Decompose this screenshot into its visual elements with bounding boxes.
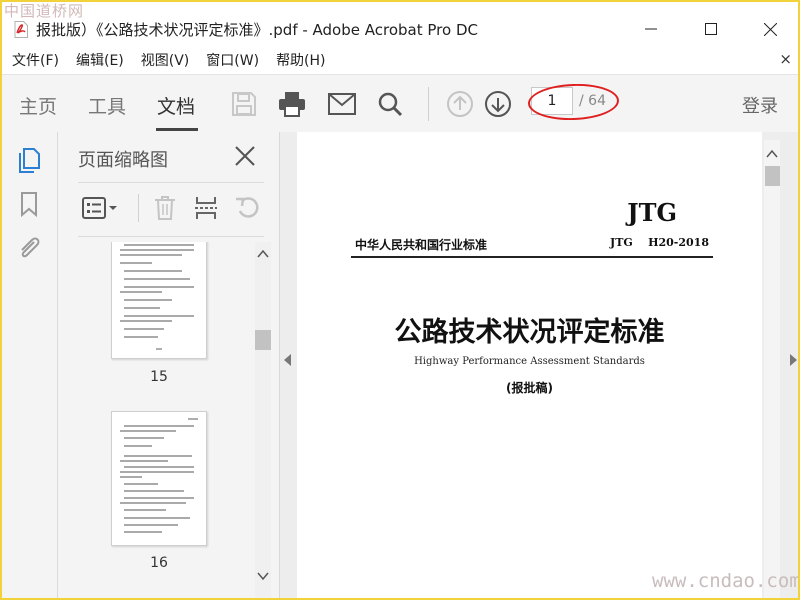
save-icon <box>232 92 256 116</box>
thumbnail-page-number: 15 <box>150 369 168 385</box>
issuer-text: 中华人民共和国行业标准 <box>355 238 488 252</box>
document-scrollbar[interactable] <box>764 140 780 600</box>
toolbar: 主页 工具 文档 <box>0 74 800 134</box>
bookmark-icon[interactable] <box>15 190 43 218</box>
header-rule <box>351 256 713 258</box>
scroll-up-icon[interactable] <box>764 146 780 162</box>
active-tab-indicator <box>156 128 198 131</box>
menu-window[interactable]: 窗口(W) <box>206 50 259 70</box>
thumbnail-page-number: 16 <box>150 555 168 571</box>
navigation-rail <box>0 132 58 600</box>
mail-icon <box>328 93 356 115</box>
menu-view[interactable]: 视图(V) <box>141 50 190 70</box>
toolbar-separator <box>428 87 429 121</box>
search-icon <box>378 92 403 117</box>
print-button[interactable] <box>276 88 308 120</box>
save-button[interactable] <box>228 88 260 120</box>
close-window-button[interactable] <box>747 14 793 44</box>
menu-file[interactable]: 文件(F) <box>12 50 59 70</box>
tab-home[interactable]: 主页 <box>19 92 57 119</box>
expand-right-panel-icon[interactable] <box>790 354 797 366</box>
page-up-icon <box>447 91 473 117</box>
document-viewport[interactable]: JTG 中华人民共和国行业标准 JTG H20-2018 公路技术状况评定标准 … <box>280 132 800 600</box>
thumbnail-scrollbar[interactable] <box>255 242 271 598</box>
menu-help[interactable]: 帮助(H) <box>276 50 325 70</box>
delete-page-button[interactable] <box>150 194 180 222</box>
thumbnail-panel: 页面缩略图 15 16 <box>58 132 280 600</box>
search-button[interactable] <box>374 88 406 120</box>
close-icon <box>763 22 777 36</box>
scrollbar-thumb[interactable] <box>765 166 780 186</box>
minimize-icon <box>645 28 657 30</box>
thumbnail-page-16[interactable] <box>111 411 207 546</box>
document-subtitle: Highway Performance Assessment Standards <box>414 356 645 367</box>
page-preview <box>120 244 194 350</box>
scroll-down-icon[interactable] <box>255 568 271 584</box>
page-options-icon <box>82 197 117 219</box>
thumbnail-list[interactable]: 15 16 <box>78 242 272 598</box>
standard-series: JTG <box>627 198 677 227</box>
tab-tools[interactable]: 工具 <box>88 92 126 119</box>
page-down-icon <box>485 91 511 117</box>
attachment-icon[interactable] <box>15 234 43 262</box>
document-note: (报批稿) <box>506 381 553 395</box>
panel-divider <box>78 236 264 237</box>
close-document-button[interactable]: × <box>779 50 792 68</box>
delete-icon <box>155 196 175 220</box>
watermark-top: 中国道桥网 <box>4 2 85 20</box>
previous-page-button[interactable] <box>444 88 476 120</box>
undo-button[interactable] <box>232 194 262 222</box>
menu-bar: 文件(F) 编辑(E) 视图(V) 窗口(W) 帮助(H) <box>0 46 800 74</box>
tab-document[interactable]: 文档 <box>157 92 195 119</box>
panel-tool-separator <box>138 194 139 222</box>
close-panel-icon[interactable] <box>233 144 257 168</box>
undo-icon <box>236 197 259 218</box>
maximize-icon <box>705 23 717 35</box>
thumbnail-page-15[interactable] <box>111 242 207 359</box>
scrollbar-thumb[interactable] <box>255 330 271 350</box>
title-bar: 中国道桥网 报批版）《公路技术状况评定标准》.pdf - Adobe Acrob… <box>0 0 800 46</box>
collapse-left-panel-icon[interactable] <box>284 354 291 366</box>
page-thumbnails-icon[interactable] <box>15 146 43 174</box>
extract-icon <box>195 197 217 219</box>
panel-divider <box>78 182 264 183</box>
watermark-bottom: www.cndao.com <box>652 570 800 592</box>
page-options-button[interactable] <box>80 194 120 222</box>
print-icon <box>279 92 305 117</box>
login-button[interactable]: 登录 <box>742 92 778 118</box>
document-page: JTG 中华人民共和国行业标准 JTG H20-2018 公路技术状况评定标准 … <box>297 132 762 600</box>
scroll-up-icon[interactable] <box>255 246 271 262</box>
page-preview <box>120 418 198 533</box>
standard-code: JTG H20-2018 <box>610 236 709 249</box>
next-page-button[interactable] <box>482 88 514 120</box>
panel-title: 页面缩略图 <box>78 150 168 171</box>
email-button[interactable] <box>326 88 358 120</box>
extract-page-button[interactable] <box>191 194 221 222</box>
maximize-button[interactable] <box>688 14 734 44</box>
menu-edit[interactable]: 编辑(E) <box>76 50 124 70</box>
minimize-button[interactable] <box>628 14 674 44</box>
window-title: 报批版）《公路技术状况评定标准》.pdf - Adobe Acrobat Pro… <box>36 21 478 39</box>
pdf-file-icon <box>14 21 28 38</box>
document-title: 公路技术状况评定标准 <box>394 317 665 348</box>
